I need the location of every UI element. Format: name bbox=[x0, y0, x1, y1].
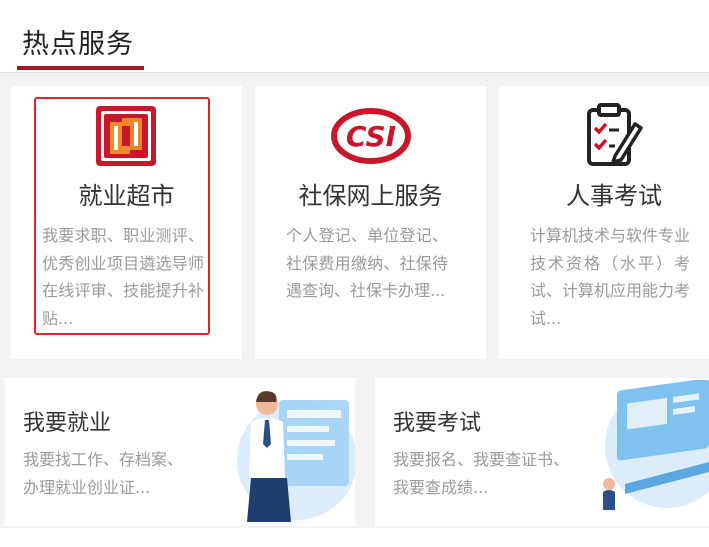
selection-highlight-box bbox=[34, 97, 210, 335]
service-card-personnel-exam[interactable]: 人事考试 计算机技术与软件专业技术资格（水平）考试、计算机应用能力考试... bbox=[499, 86, 709, 359]
wide-card-desc-line1: 我要找工作、存档案、 bbox=[23, 450, 184, 469]
wide-card-desc-line2: 我要查成绩... bbox=[393, 478, 489, 497]
office-worker-illustration bbox=[225, 382, 357, 522]
svg-text:CSI: CSI bbox=[346, 120, 396, 153]
exam-clipboard-icon bbox=[585, 102, 643, 168]
wide-card-desc-line2: 办理就业创业证... bbox=[23, 478, 151, 497]
card-description: 计算机技术与软件专业技术资格（水平）考试、计算机应用能力考试... bbox=[530, 226, 690, 328]
wide-card-title: 我要考试 bbox=[393, 411, 482, 436]
card-title: 人事考试 bbox=[566, 182, 662, 210]
wide-card-exam[interactable]: 我要考试 我要报名、我要查证书、 我要查成绩... bbox=[375, 378, 709, 526]
social-security-logo-icon: CSI bbox=[331, 108, 411, 164]
card-title: 社保网上服务 bbox=[298, 182, 443, 210]
wide-card-employment[interactable]: 我要就业 我要找工作、存档案、 办理就业创业证... bbox=[5, 378, 357, 526]
wide-card-desc-line1: 我要报名、我要查证书、 bbox=[393, 450, 570, 469]
service-card-social-security[interactable]: CSI 社保网上服务 个人登记、单位登记、社保费用缴纳、社保待遇查询、社保卡办理… bbox=[255, 86, 486, 359]
title-underline bbox=[17, 66, 144, 70]
section-header: 热点服务 bbox=[0, 0, 709, 73]
computer-exam-illustration bbox=[595, 378, 709, 510]
section-title: 热点服务 bbox=[22, 29, 134, 60]
card-description: 个人登记、单位登记、社保费用缴纳、社保待遇查询、社保卡办理... bbox=[286, 226, 448, 300]
wide-card-title: 我要就业 bbox=[23, 411, 112, 436]
footer-strip bbox=[0, 528, 709, 547]
